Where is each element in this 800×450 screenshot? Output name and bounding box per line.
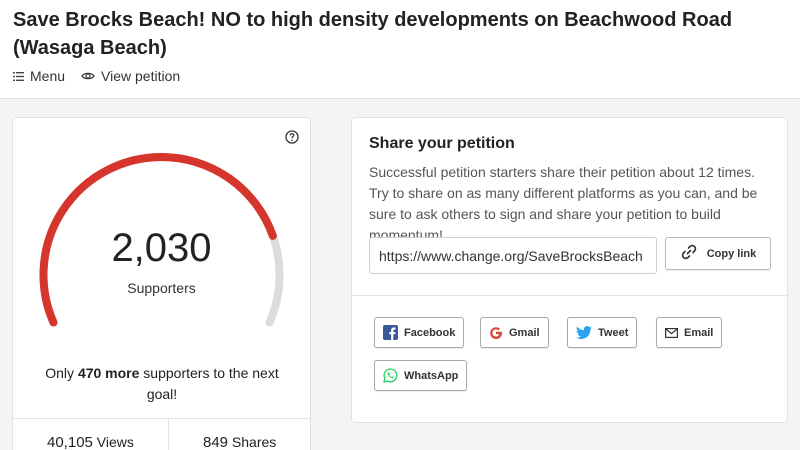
tweet-label: Tweet (598, 326, 629, 339)
gmail-label: Gmail (509, 326, 540, 339)
copy-link-button[interactable]: Copy link (665, 237, 771, 270)
facebook-label: Facebook (404, 326, 456, 339)
eye-icon (81, 71, 95, 81)
goal-prefix: Only (45, 365, 78, 381)
menu-label: Menu (30, 68, 66, 84)
supporter-count-label: Supporters (127, 280, 196, 296)
shares-stat: 849 Shares (203, 434, 276, 450)
views-count: 40,105 (47, 434, 93, 450)
stats-separator (168, 418, 169, 450)
petition-header: Save Brocks Beach! NO to high density de… (0, 0, 800, 99)
facebook-share-button[interactable]: Facebook (374, 317, 465, 348)
twitter-share-button[interactable]: Tweet (567, 317, 638, 348)
supporter-count: 2,030 (111, 226, 212, 270)
petition-link-field[interactable] (369, 237, 657, 274)
twitter-bird-icon (576, 326, 592, 339)
share-description: Successful petition starters share their… (369, 164, 758, 243)
facebook-icon (383, 325, 398, 340)
supporters-card: 2,030 Supporters Only 470 more supporter… (12, 117, 311, 450)
stats-divider (13, 418, 310, 419)
goal-suffix: supporters to the next goal! (139, 365, 279, 402)
link-icon (680, 243, 698, 264)
page-title: Save Brocks Beach! NO to high density de… (13, 9, 733, 59)
view-petition-label: View petition (101, 68, 181, 84)
share-title: Share your petition (369, 135, 515, 152)
views-stat: 40,105 Views (47, 434, 134, 450)
shares-label: Shares (228, 434, 277, 450)
envelope-icon (665, 327, 678, 338)
goal-more: 470 more (77, 365, 140, 381)
whatsapp-label: WhatsApp (404, 369, 459, 382)
shares-count: 849 (203, 434, 229, 450)
list-icon (13, 71, 24, 81)
gmail-share-button[interactable]: Gmail (480, 317, 549, 348)
email-label: Email (684, 326, 714, 339)
share-card: Share your petition Successful petition … (351, 117, 788, 423)
email-share-button[interactable]: Email (656, 317, 723, 348)
goal-message: Only 470 more supporters to the next goa… (37, 363, 287, 405)
whatsapp-share-button[interactable]: WhatsApp (374, 360, 468, 391)
menu-button[interactable]: Menu (13, 68, 65, 84)
petition-nav: Menu View petition (13, 68, 180, 84)
question-circle-icon[interactable] (285, 130, 299, 149)
google-icon (489, 326, 503, 340)
view-petition-link[interactable]: View petition (81, 68, 180, 84)
share-divider (352, 295, 787, 296)
views-label: Views (92, 434, 134, 450)
whatsapp-icon (383, 368, 398, 383)
copy-link-label: Copy link (706, 247, 757, 260)
